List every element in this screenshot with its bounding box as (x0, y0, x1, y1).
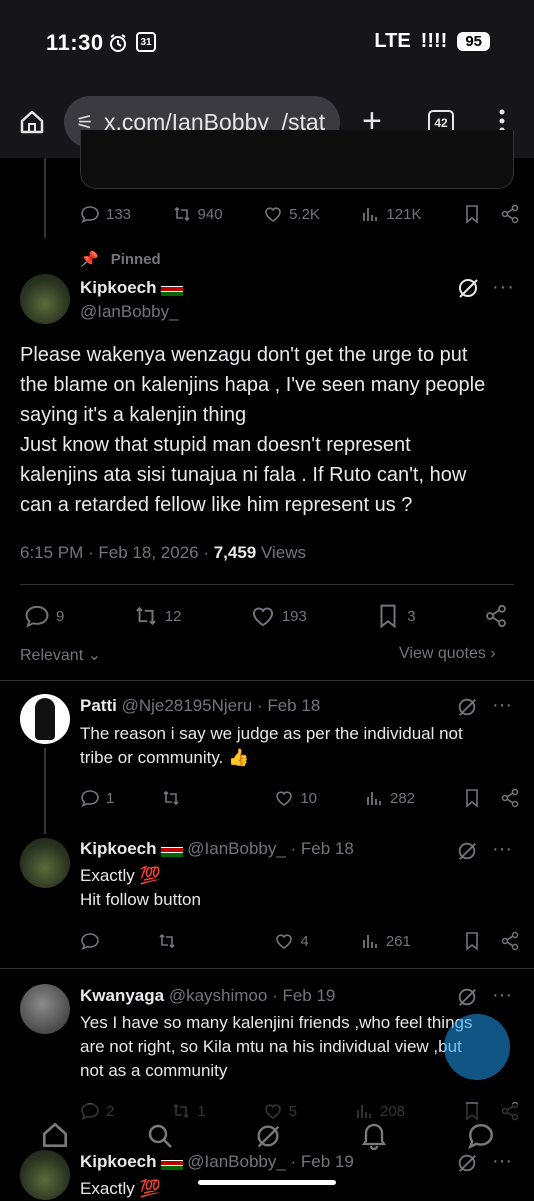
reply-header: Kipkoech @IanBobby_ · Feb 19 (80, 1152, 354, 1172)
status-time: 11:30 (46, 30, 104, 55)
pin-icon: 📌 (80, 251, 99, 268)
reply-header: Kwanyaga @kayshimoo · Feb 19 (80, 986, 335, 1006)
reply-button[interactable]: 133 (80, 204, 131, 224)
battery-level: 95 (457, 32, 490, 51)
reply-text: The reason i say we judge as per the ind… (80, 724, 463, 767)
grok-icon[interactable] (456, 986, 478, 1013)
grok-icon[interactable] (456, 696, 478, 723)
reply-actions: 1 10 282 (80, 788, 520, 808)
retweet-button[interactable]: 940 (172, 204, 223, 224)
nav-notifications-icon[interactable] (360, 1120, 388, 1155)
bookmark-button[interactable]: 3 (375, 603, 416, 629)
avatar[interactable] (20, 694, 70, 744)
reply-button[interactable] (80, 931, 106, 951)
divider (20, 584, 514, 585)
bookmark-share-group (462, 931, 520, 951)
kenya-flag-icon (160, 281, 183, 296)
reply-handle-date[interactable]: @Nje28195Njeru · Feb 18 (122, 696, 321, 715)
reply-button[interactable]: 1 (80, 788, 114, 808)
like-button[interactable]: 5.2K (263, 204, 320, 224)
like-button[interactable]: 4 (274, 931, 309, 951)
reply-author-name[interactable]: Kwanyaga (80, 986, 164, 1005)
reply-handle-date[interactable]: @IanBobby_ · Feb 19 (187, 1152, 354, 1171)
calendar-icon: 31 (136, 32, 156, 52)
avatar[interactable] (20, 274, 70, 324)
kenya-flag-icon (160, 842, 183, 857)
reply-header: Patti @Nje28195Njeru · Feb 18 (80, 696, 320, 716)
reply-handle-date[interactable]: @kayshimoo · Feb 19 (169, 986, 336, 1005)
reply-header: Kipkoech @IanBobby_ · Feb 18 (80, 839, 354, 859)
reply-more-icon[interactable]: ··· (492, 984, 512, 1007)
like-button[interactable]: 193 (250, 603, 307, 629)
divider (0, 968, 534, 969)
reply-handle-date[interactable]: @IanBobby_ · Feb 18 (187, 839, 354, 858)
main-tweet-actions: 9 12 193 3 (24, 603, 508, 629)
reply-more-icon[interactable]: ··· (492, 1150, 512, 1173)
retweet-button[interactable] (157, 931, 183, 951)
tweet-text: Please wakenya wenzagu don't get the urg… (20, 344, 486, 516)
pinned-indicator: 📌 Pinned (80, 250, 161, 269)
views-button[interactable]: 121K (360, 204, 421, 224)
avatar[interactable] (20, 984, 70, 1034)
views-button[interactable]: 261 (360, 931, 411, 951)
divider (0, 680, 534, 681)
prev-tweet-actions: 133 940 5.2K 121K (80, 204, 520, 224)
retweet-button[interactable]: 12 (133, 603, 181, 629)
share-icon[interactable] (500, 204, 520, 224)
retweet-button[interactable] (161, 788, 187, 808)
reply-button[interactable]: 9 (24, 603, 64, 629)
share-icon[interactable] (500, 931, 520, 951)
views-button[interactable]: 282 (364, 788, 415, 808)
home-icon[interactable] (18, 108, 46, 141)
reply-text: Exactly 💯 Hit follow button (80, 866, 201, 909)
sort-dropdown[interactable]: Relevant ⌄ (20, 645, 101, 665)
author-name-row[interactable]: Kipkoech (80, 278, 183, 298)
author-handle[interactable]: @IanBobby_ (80, 302, 179, 322)
share-icon[interactable] (500, 788, 520, 808)
views-count: 7,459 (213, 543, 257, 562)
like-button[interactable]: 10 (274, 788, 317, 808)
gesture-home-bar[interactable] (198, 1180, 336, 1185)
bookmark-icon[interactable] (462, 788, 482, 808)
author-name: Kipkoech (80, 278, 157, 297)
avatar[interactable] (20, 838, 70, 888)
thread-line (44, 748, 46, 834)
signal-icon: !!!! (420, 30, 448, 52)
chevron-down-icon: ⌄ (87, 647, 102, 664)
reply-more-icon[interactable]: ··· (492, 838, 512, 861)
bookmark-icon[interactable] (462, 204, 482, 224)
reply-actions: 4 261 (80, 931, 520, 951)
thread-line (44, 158, 46, 238)
network-label: LTE (374, 30, 411, 52)
bookmark-icon[interactable] (462, 931, 482, 951)
chevron-right-icon: › (490, 645, 496, 662)
view-quotes-link[interactable]: View quotes › (399, 645, 496, 663)
tweet-more-icon[interactable]: ··· (492, 276, 515, 299)
views-label: Views (256, 543, 307, 562)
share-icon[interactable] (484, 604, 508, 628)
tweet-meta: 6:15 PM · Feb 18, 2026 · 7,459 Views (20, 543, 306, 563)
kenya-flag-icon (160, 1155, 183, 1170)
reply-author-name[interactable]: Kipkoech (80, 1152, 157, 1171)
grok-icon[interactable] (456, 840, 478, 867)
grok-icon[interactable] (456, 276, 480, 305)
nav-grok-icon[interactable] (254, 1122, 282, 1155)
bookmark-share-group (462, 788, 520, 808)
reply-author-name[interactable]: Patti (80, 696, 117, 715)
quoted-media-card[interactable] (80, 130, 514, 189)
alarm-icon (108, 33, 128, 58)
avatar[interactable] (20, 1150, 70, 1200)
compose-fab[interactable] (444, 1014, 510, 1080)
reply-author-name[interactable]: Kipkoech (80, 839, 157, 858)
bookmark-share-group (462, 204, 520, 224)
status-icons: LTE !!!! 95 (374, 30, 490, 53)
reply-more-icon[interactable]: ··· (492, 694, 512, 717)
tweet-timestamp[interactable]: 6:15 PM · Feb 18, 2026 · (20, 543, 214, 562)
nav-search-icon[interactable] (146, 1122, 174, 1155)
grok-icon[interactable] (456, 1152, 478, 1179)
